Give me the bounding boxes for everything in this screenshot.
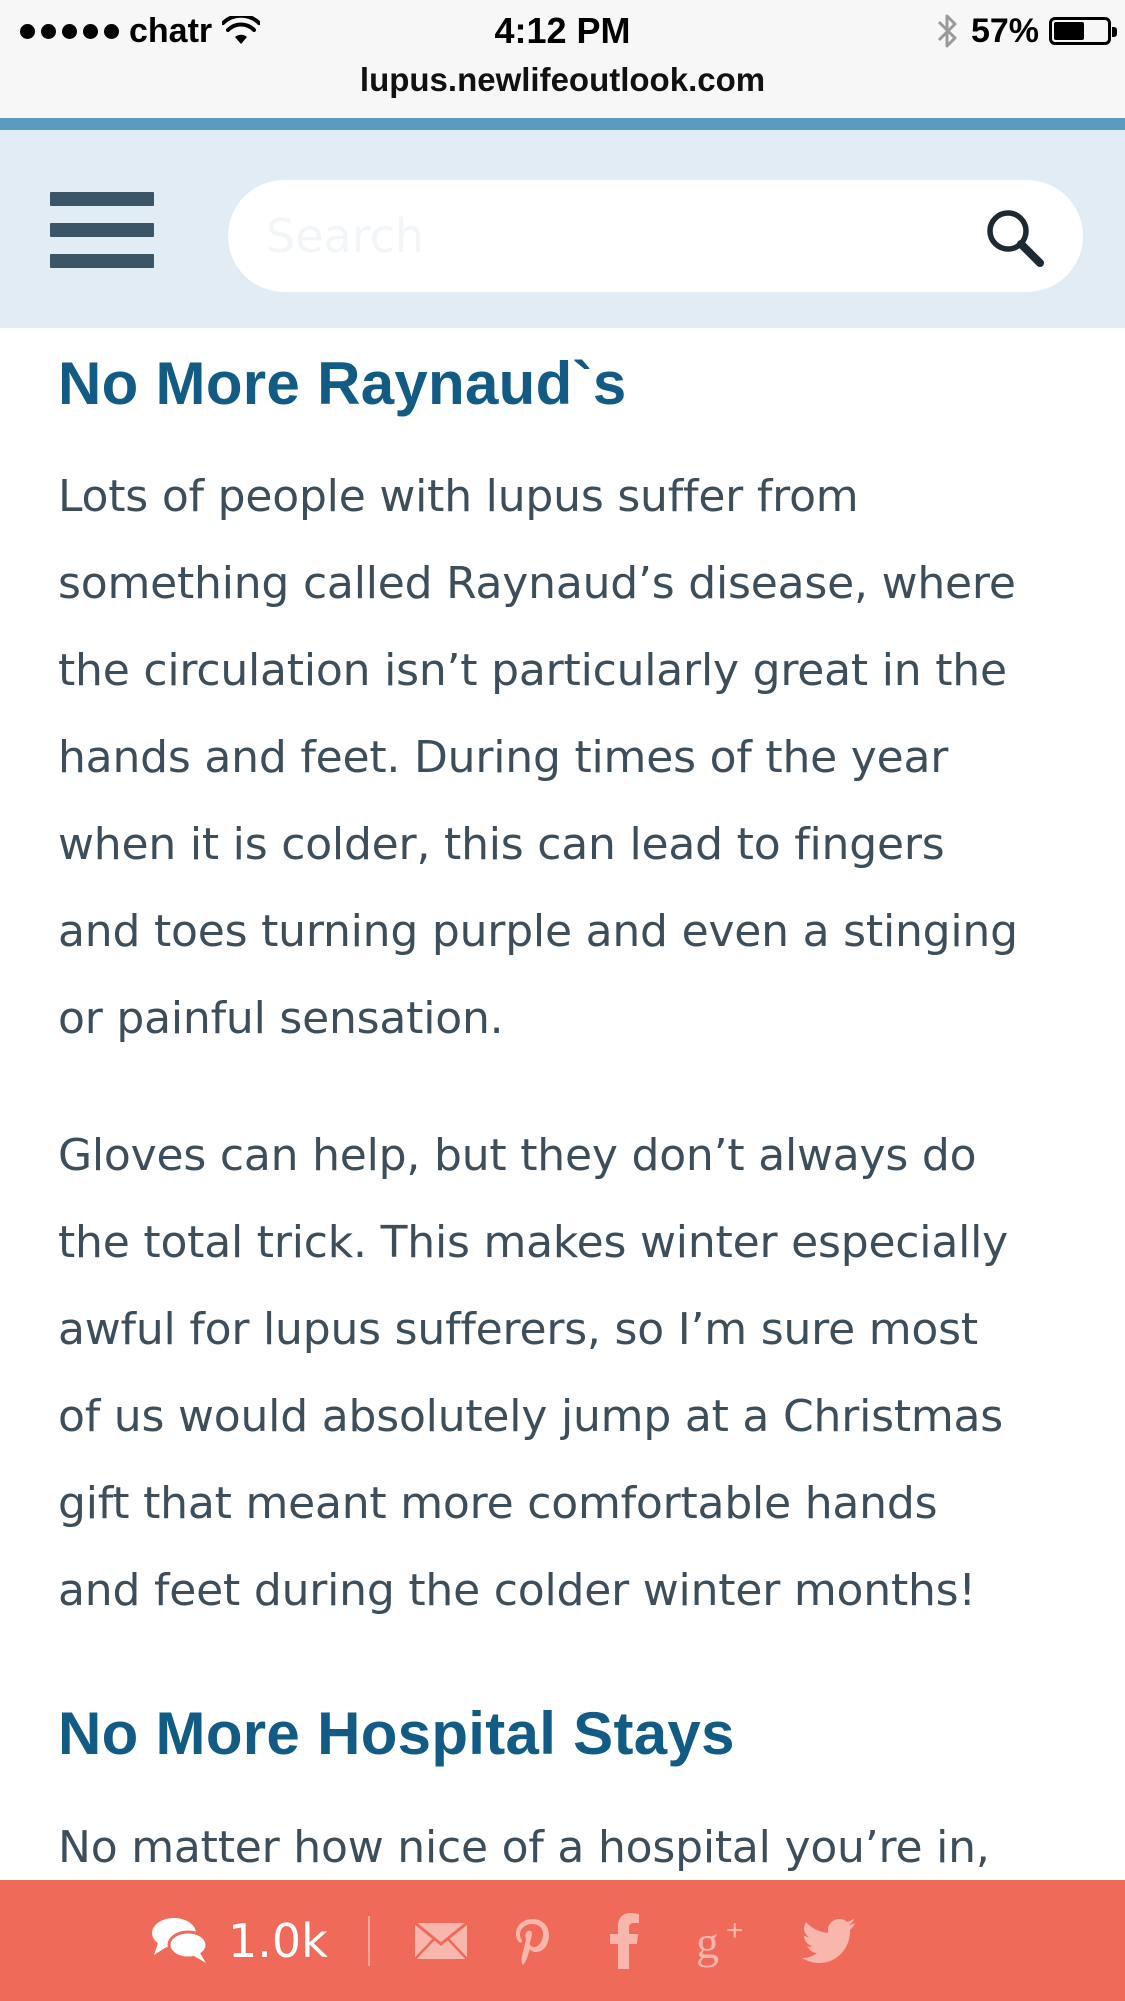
- mail-icon[interactable]: [413, 1921, 468, 1960]
- text-line: hands and feet. During times of the year: [58, 732, 949, 783]
- text-line: the circulation isn’t particularly great…: [58, 645, 1007, 696]
- text-line: or painful sensation.: [58, 993, 504, 1044]
- text-line: something called Raynaud’s disease, wher…: [58, 558, 1016, 609]
- battery-percent: 57%: [970, 11, 1039, 50]
- search-input[interactable]: [266, 180, 966, 292]
- share-divider: [367, 1915, 370, 1966]
- svg-text:g: g: [696, 1917, 719, 1968]
- status-bar: chatr 4:12 PM 57% lupus.newlifeoutlook.c…: [0, 0, 1125, 120]
- text-line: No matter how nice of a hospital you’re …: [58, 1822, 990, 1873]
- text-line: awful for lupus sufferers, so I’m sure m…: [58, 1304, 978, 1355]
- svg-text:+: +: [726, 1914, 744, 1947]
- header-accent-line: [0, 118, 1125, 130]
- text-line: when it is colder, this can lead to fing…: [58, 819, 945, 870]
- share-bar: 1.0k g +: [0, 1880, 1125, 2001]
- comments-button[interactable]: 1.0k: [150, 1914, 328, 1968]
- text-line: Lots of people with lupus suffer from: [58, 471, 859, 522]
- text-line: the total trick. This makes winter espec…: [58, 1217, 1008, 1268]
- page: chatr 4:12 PM 57% lupus.newlifeoutlook.c…: [0, 0, 1125, 2001]
- address-bar-url[interactable]: lupus.newlifeoutlook.com: [0, 58, 1125, 102]
- bluetooth-icon: [937, 14, 957, 48]
- battery-fill: [1054, 22, 1084, 40]
- text-line: Gloves can help, but they don’t always d…: [58, 1130, 977, 1181]
- comment-icon: [152, 1917, 209, 1963]
- search-bar[interactable]: [228, 180, 1083, 292]
- pinterest-icon[interactable]: [512, 1916, 554, 1966]
- status-right: 57%: [935, 8, 1117, 54]
- text-line: gift that meant more comfortable hands: [58, 1478, 938, 1529]
- comment-count: 1.0k: [228, 1913, 328, 1968]
- section-heading-hospital-stays: No More Hospital Stays: [58, 1700, 735, 1767]
- site-header: [0, 130, 1125, 328]
- twitter-icon[interactable]: [801, 1918, 856, 1964]
- text-line: of us would absolutely jump at a Christm…: [58, 1391, 1004, 1442]
- section-heading-raynauds: No More Raynaud`s: [58, 350, 627, 417]
- paragraph-hospital-intro: No matter how nice of a hospital you’re …: [58, 1804, 1083, 1891]
- google-plus-icon[interactable]: g +: [696, 1914, 756, 1968]
- hamburger-menu-icon[interactable]: [50, 192, 154, 268]
- search-icon[interactable]: [983, 206, 1045, 268]
- paragraph-raynauds-intro: Lots of people with lupus suffer from so…: [58, 453, 1083, 1062]
- text-line: and toes turning purple and even a sting…: [58, 906, 1018, 957]
- facebook-icon[interactable]: [609, 1912, 640, 1969]
- text-line: and feet during the colder winter months…: [58, 1565, 976, 1616]
- paragraph-gloves: Gloves can help, but they don’t always d…: [58, 1112, 1083, 1634]
- battery-icon: [1049, 17, 1117, 45]
- share-bar-items: 1.0k g +: [150, 1880, 856, 2001]
